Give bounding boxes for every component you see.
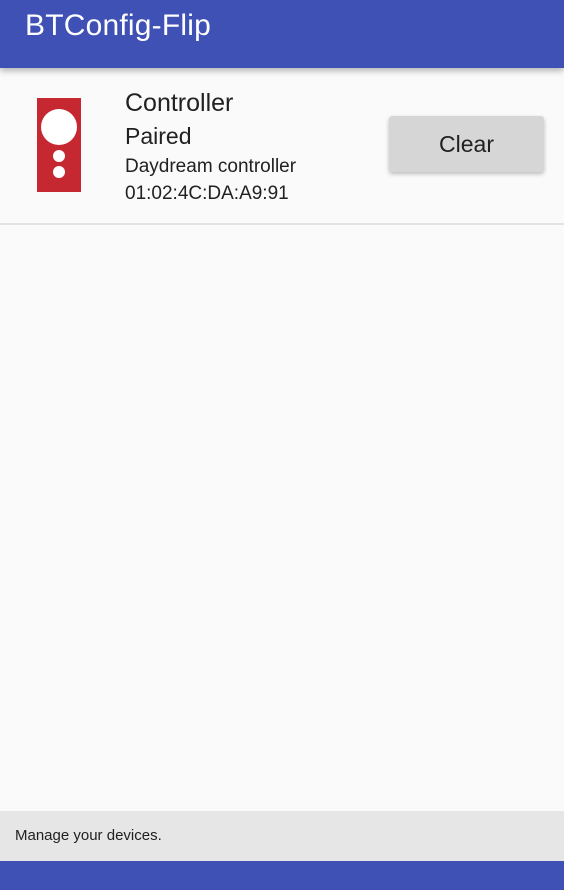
device-list-item[interactable]: Controller Paired Daydream controller 01… [0,68,564,225]
status-bar: Manage your devices. [0,811,564,861]
device-type: Daydream controller [125,156,297,177]
daydream-controller-icon [37,98,81,192]
clear-button[interactable]: Clear [389,116,544,172]
device-name: Controller [125,89,234,117]
device-address: 01:02:4C:DA:A9:91 [125,183,289,204]
status-message: Manage your devices. [15,827,162,844]
bottom-bar [0,861,564,890]
app-title: BTConfig-Flip [25,9,211,42]
app-bar: BTConfig-Flip [0,0,564,68]
device-status: Paired [125,123,192,149]
